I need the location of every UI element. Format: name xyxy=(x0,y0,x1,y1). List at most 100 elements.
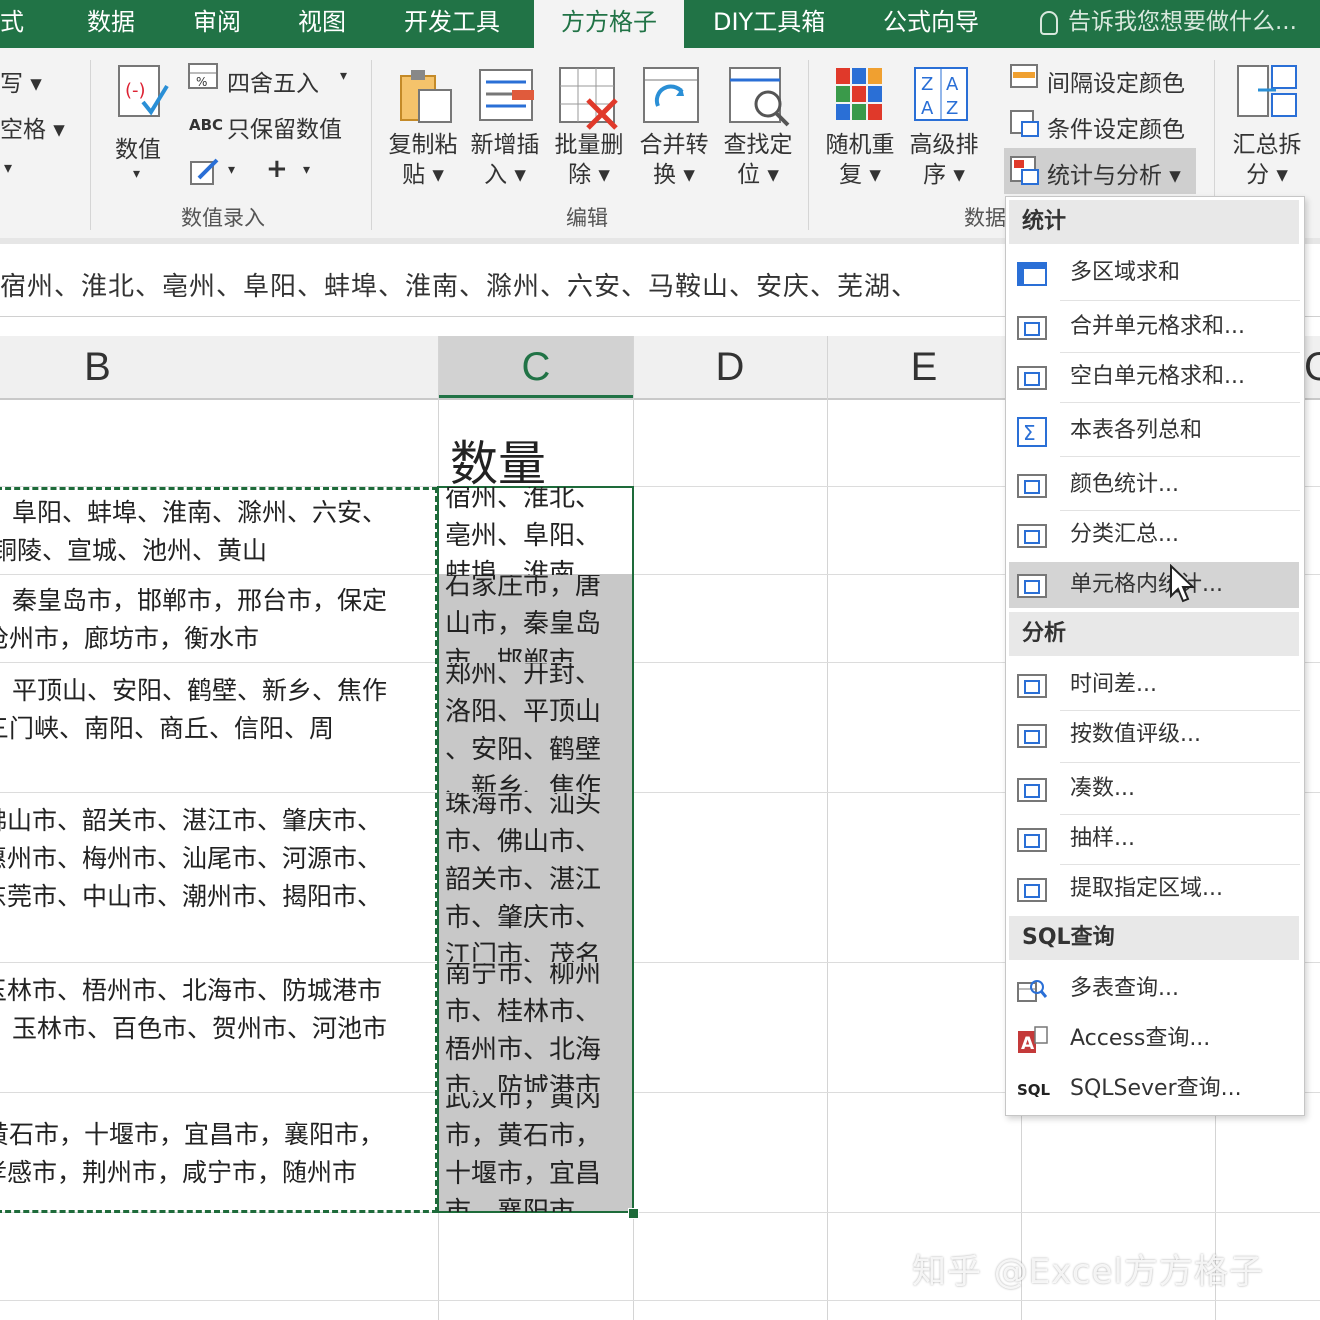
column-header-b[interactable]: B xyxy=(0,336,195,398)
summary-split-icon xyxy=(1236,64,1298,128)
condition-color-button[interactable]: 条件设定颜色 xyxy=(1047,110,1185,144)
tab-formulas[interactable]: 式 xyxy=(0,0,40,48)
dialog-icon xyxy=(1017,363,1047,393)
menu-item-merged-sum[interactable]: 合并单元格求和... xyxy=(1009,304,1299,350)
tab-developer[interactable]: 开发工具 xyxy=(404,0,500,48)
pencil-icon[interactable] xyxy=(189,156,223,190)
multi-area-icon xyxy=(1017,259,1047,289)
cell-c[interactable]: 南宁市、柳州 市、桂林市、 梧州市、北海 市、防城港市 xyxy=(439,963,632,1092)
menu-item-access-query[interactable]: A Access查询... xyxy=(1009,1016,1299,1062)
left-partial-2[interactable]: 空格 ▾ xyxy=(0,110,65,144)
dialog-icon xyxy=(1017,875,1047,905)
dialog-icon xyxy=(1017,571,1047,601)
mouse-cursor-icon xyxy=(1168,563,1198,610)
menu-item-column-totals[interactable]: Σ 本表各列总和 xyxy=(1009,408,1299,454)
tab-view[interactable]: 视图 xyxy=(298,0,346,48)
group-label-input: 数值录入 xyxy=(181,206,265,230)
merge-convert-button[interactable]: 合并转换 ▾ xyxy=(634,130,714,190)
gridline xyxy=(827,336,828,1320)
dialog-icon xyxy=(1017,775,1047,805)
menu-item-multi-area-sum[interactable]: 多区域求和 xyxy=(1009,250,1299,296)
dialog-icon xyxy=(1017,721,1047,751)
menu-item-sampling[interactable]: 抽样... xyxy=(1009,816,1299,862)
stats-analysis-button[interactable]: 统计与分析 ▾ xyxy=(1004,148,1196,194)
insert-button[interactable]: 新增插入 ▾ xyxy=(465,130,545,190)
gridline xyxy=(0,1300,1320,1301)
column-header-c[interactable]: C xyxy=(439,336,633,398)
group-label-data: 数据 xyxy=(964,206,1006,230)
lightbulb-icon xyxy=(1040,10,1058,35)
tab-diy-toolbox[interactable]: DIY工具箱 xyxy=(713,0,825,48)
condition-color-icon xyxy=(1010,110,1040,142)
svg-text:A: A xyxy=(1021,1034,1035,1054)
round-button[interactable]: 四舍五入 xyxy=(227,64,319,98)
left-partial-1[interactable]: 写 ▾ xyxy=(0,64,42,98)
table-search-icon xyxy=(1017,975,1048,1005)
dialog-icon xyxy=(1017,825,1047,855)
find-locate-icon xyxy=(728,66,792,132)
left-partial-3[interactable]: ▾ xyxy=(4,158,12,177)
menu-item-time-diff[interactable]: 时间差... xyxy=(1009,662,1299,708)
numeric-icon[interactable]: (-) xyxy=(115,62,171,130)
menu-item-rating[interactable]: 按数值评级... xyxy=(1009,712,1299,758)
dialog-icon xyxy=(1017,313,1047,343)
formula-text[interactable]: 宿州、淮北、亳州、阜阳、蚌埠、淮南、滁州、六安、马鞍山、安庆、芜湖、 xyxy=(0,266,918,303)
menu-item-make-up-sum[interactable]: 凑数... xyxy=(1009,766,1299,812)
cell-c[interactable]: 郑州、开封、 洛阳、平顶山 、安阳、鹤壁 、新乡、焦作 xyxy=(439,663,632,792)
menu-item-sqlserver-query[interactable]: SQL SQLSever查询... xyxy=(1009,1066,1299,1112)
svg-text:A: A xyxy=(921,98,934,119)
keep-value-button[interactable]: 只保留数值 xyxy=(227,110,342,144)
sql-icon: SQL xyxy=(1017,1081,1051,1099)
access-icon: A xyxy=(1017,1025,1048,1055)
dialog-icon xyxy=(1017,521,1047,551)
random-repeat-button[interactable]: 随机重复 ▾ xyxy=(820,130,900,190)
menu-item-subtotal[interactable]: 分类汇总... xyxy=(1009,512,1299,558)
batch-delete-button[interactable]: 批量删除 ▾ xyxy=(549,130,629,190)
insert-rows-icon xyxy=(478,66,538,130)
copy-marquee xyxy=(0,487,438,1213)
svg-text:A: A xyxy=(946,74,959,95)
advanced-sort-button[interactable]: 高级排序 ▾ xyxy=(904,130,984,190)
summary-split-button[interactable]: 汇总拆分 ▾ xyxy=(1225,130,1309,190)
menu-item-multi-table-query[interactable]: 多表查询... xyxy=(1009,966,1299,1012)
clipboard-icon xyxy=(397,66,457,130)
interval-color-icon xyxy=(1010,64,1040,94)
round-icon: % xyxy=(187,62,221,96)
cell-c[interactable]: 宿州、淮北、 亳州、阜阳、 蚌埠、淮南 xyxy=(439,487,632,575)
tab-review[interactable]: 审阅 xyxy=(193,0,241,48)
random-repeat-icon xyxy=(834,66,884,126)
interval-color-button[interactable]: 间隔设定颜色 xyxy=(1047,64,1185,98)
numeric-button[interactable]: 数值 xyxy=(115,130,161,164)
menu-item-color-stats[interactable]: 颜色统计... xyxy=(1009,462,1299,508)
tab-data[interactable]: 数据 xyxy=(87,0,135,48)
copy-paste-button[interactable]: 复制粘贴 ▾ xyxy=(383,130,463,190)
dialog-icon xyxy=(1017,671,1047,701)
cell-c[interactable]: 石家庄市，唐 山市，秦皇岛 市，邯郸市 xyxy=(439,575,632,662)
sigma-icon: Σ xyxy=(1017,417,1047,447)
chevron-down-icon: ▾ xyxy=(228,162,236,178)
column-header-g[interactable]: G xyxy=(1304,336,1320,398)
group-label-edit: 编辑 xyxy=(566,206,608,230)
menu-section-analysis: 分析 xyxy=(1009,612,1299,656)
cell-c[interactable]: 珠海市、汕头 市、佛山市、 韶关市、湛江 市、肇庆市、 江门市、茂名 xyxy=(439,793,632,962)
menu-item-blank-sum[interactable]: 空白单元格求和... xyxy=(1009,354,1299,400)
find-locate-button[interactable]: 查找定位 ▾ xyxy=(718,130,798,190)
cell-c[interactable]: 武汉市，黄冈 市，黄石市， 十堰市，宜昌 市，襄阳市 xyxy=(439,1093,632,1212)
menu-item-extract-area[interactable]: 提取指定区域... xyxy=(1009,866,1299,912)
stats-icon xyxy=(1010,156,1040,190)
menu-section-stats: 统计 xyxy=(1009,200,1299,244)
plus-icon[interactable]: + xyxy=(266,154,288,184)
tell-me-text: 告诉我您想要做什么... xyxy=(1068,9,1297,35)
watermark: 知乎 @Excel方方格子 xyxy=(912,1252,1264,1292)
menu-item-cell-stats[interactable]: 单元格内统计... xyxy=(1009,562,1299,608)
sort-az-icon: ZAAZ xyxy=(913,66,971,128)
header-cell-quantity[interactable]: 数量 xyxy=(450,424,546,494)
svg-text:%: % xyxy=(196,75,207,89)
tell-me-box[interactable]: 告诉我您想要做什么... xyxy=(1040,0,1297,48)
column-header-d[interactable]: D xyxy=(633,336,827,398)
tab-fangfang[interactable]: 方方格子 xyxy=(534,0,684,48)
column-header-e[interactable]: E xyxy=(827,336,1021,398)
stats-analysis-label: 统计与分析 ▾ xyxy=(1047,163,1181,189)
svg-text:Σ: Σ xyxy=(1023,421,1036,445)
tab-formula-wizard[interactable]: 公式向导 xyxy=(883,0,979,48)
